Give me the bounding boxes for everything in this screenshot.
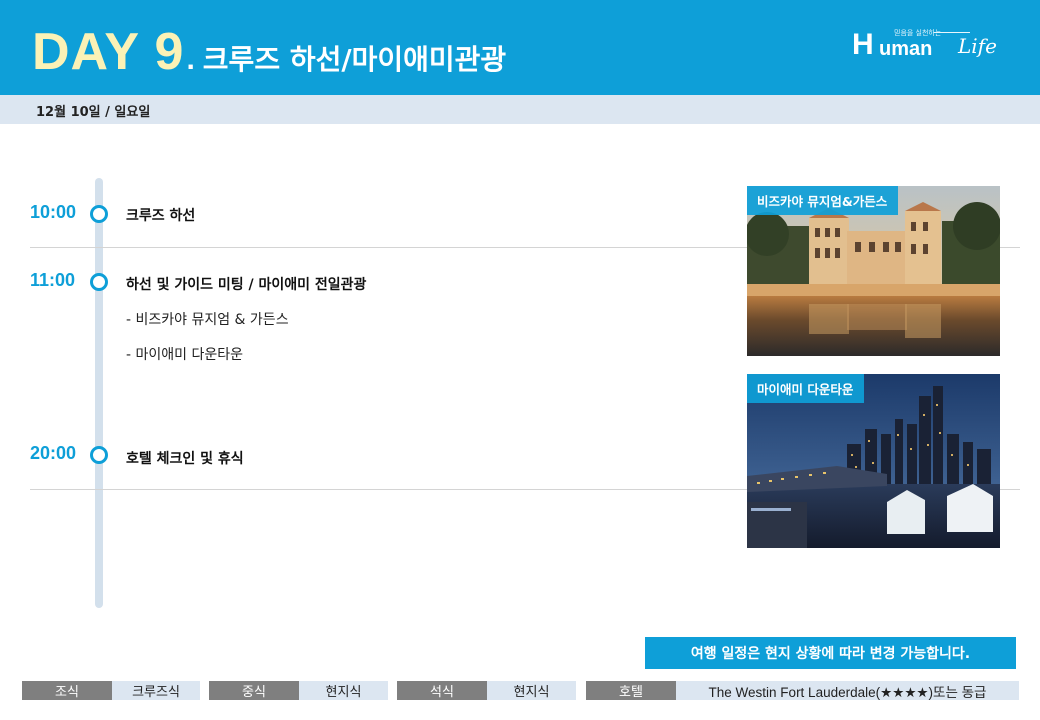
- meal-label: 석식: [397, 681, 487, 700]
- logo-life-text: Life: [958, 34, 997, 58]
- meal-breakfast: 조식 크루즈식: [22, 681, 200, 700]
- meal-dinner: 석식 현지식: [397, 681, 576, 700]
- meal-value: 크루즈식: [112, 681, 200, 700]
- event-cruise-disembark: 크루즈 하선: [126, 208, 196, 224]
- photo-label-downtown: 마이애미 다운타운: [747, 374, 865, 403]
- meal-value: 현지식: [299, 681, 388, 700]
- time-11: 11:00: [30, 270, 76, 290]
- time-10: 10:00: [30, 202, 77, 222]
- meal-lunch: 중식 현지식: [209, 681, 388, 700]
- humanlife-logo: 믿음을 실천하는 H uman Life: [852, 28, 1002, 74]
- timeline-line: [95, 178, 103, 608]
- time-20: 20:00: [30, 443, 77, 463]
- hotel-value: The Westin Fort Lauderdale(★★★★)또는 동급: [676, 681, 1019, 700]
- timeline-dot-icon: [90, 205, 108, 223]
- logo-h-letter: H: [852, 28, 874, 61]
- hotel-label: 호텔: [586, 681, 676, 700]
- timeline-dot-icon: [90, 273, 108, 291]
- photo-label-vizcaya: 비즈카야 뮤지엄&가든스: [747, 186, 899, 215]
- photo-downtown: 마이애미 다운타운: [747, 374, 1000, 548]
- photo-vizcaya: 비즈카야 뮤지엄&가든스: [747, 186, 1000, 356]
- page-title: DAY 9 . 크루즈 하선/마이애미관광: [32, 22, 506, 82]
- sub-item-downtown: - 마이애미 다운타운: [126, 347, 243, 363]
- day-number: DAY 9: [32, 23, 185, 81]
- title-dot: .: [186, 43, 195, 76]
- schedule-notice: 여행 일정은 현지 상황에 따라 변경 가능합니다.: [645, 637, 1016, 669]
- date-text: 12월 10일 / 일요일: [36, 105, 151, 120]
- event-hotel-checkin: 호텔 체크인 및 휴식: [126, 451, 244, 467]
- logo-slogan: 믿음을 실천하는: [894, 29, 942, 37]
- logo-rule: [934, 32, 970, 33]
- sub-item-vizcaya: - 비즈카야 뮤지엄 & 가든스: [126, 312, 289, 328]
- logo-human-text: uman: [879, 38, 933, 60]
- day-title: 크루즈 하선/마이애미관광: [202, 43, 507, 76]
- meal-label: 중식: [209, 681, 299, 700]
- header-banner: DAY 9 . 크루즈 하선/마이애미관광 믿음을 실천하는 H uman Li…: [0, 0, 1040, 95]
- hotel-info: 호텔 The Westin Fort Lauderdale(★★★★)또는 동급: [586, 681, 1019, 700]
- meal-label: 조식: [22, 681, 112, 700]
- event-guide-tour: 하선 및 가이드 미팅 / 마이애미 전일관광: [126, 277, 367, 293]
- timeline-dot-icon: [90, 446, 108, 464]
- meal-value: 현지식: [487, 681, 576, 700]
- date-bar: 12월 10일 / 일요일: [0, 95, 1040, 124]
